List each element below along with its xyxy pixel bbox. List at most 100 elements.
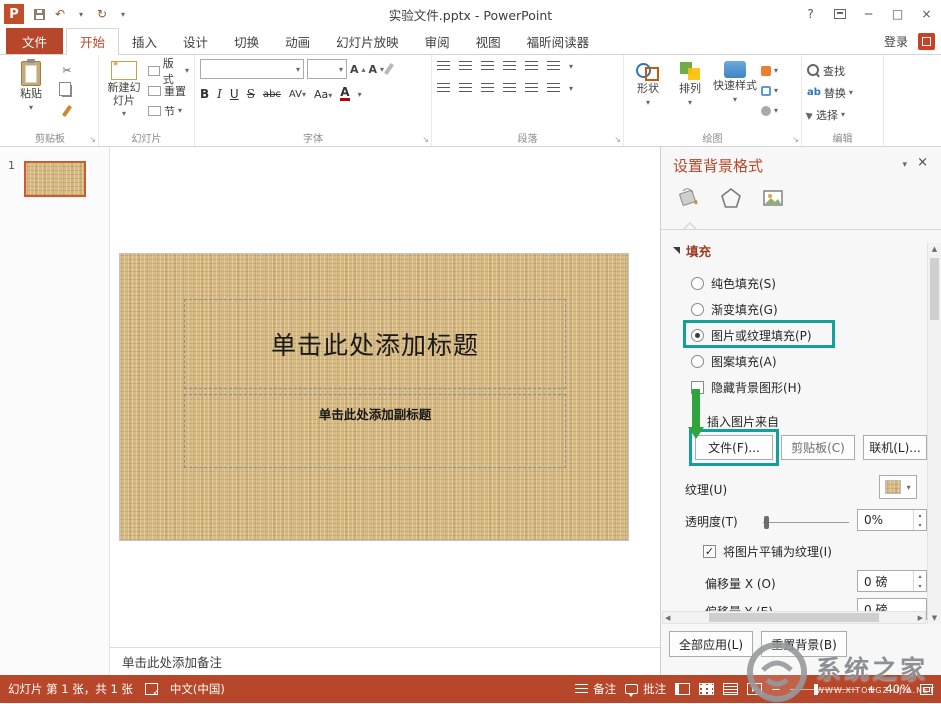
- copy-icon[interactable]: [59, 83, 75, 99]
- shrink-font-button[interactable]: A▾: [369, 61, 385, 78]
- option-solid-fill[interactable]: 纯色填充(S): [691, 275, 776, 291]
- title-placeholder[interactable]: 单击此处添加标题: [184, 299, 566, 389]
- option-picture-fill[interactable]: 图片或纹理填充(P): [691, 327, 812, 343]
- slideshow-view-icon[interactable]: [747, 683, 762, 695]
- line-spacing-icon[interactable]: [525, 61, 538, 72]
- find-button[interactable]: 查找: [807, 62, 853, 79]
- pane-options-dropdown-icon[interactable]: ▾: [902, 160, 907, 170]
- shape-outline-button[interactable]: ▾: [761, 82, 778, 99]
- pane-close-icon[interactable]: ×: [917, 155, 928, 170]
- clipboard-dialog-launcher-icon[interactable]: ↘: [89, 135, 96, 144]
- zoom-out-icon[interactable]: −: [771, 682, 781, 696]
- tab-slideshow[interactable]: 幻灯片放映: [323, 28, 412, 54]
- paragraph-dialog-launcher-icon[interactable]: ↘: [614, 135, 621, 144]
- font-dialog-launcher-icon[interactable]: ↘: [422, 135, 429, 144]
- option-pattern-fill[interactable]: 图案填充(A): [691, 353, 777, 369]
- fill-bucket-icon[interactable]: [675, 185, 701, 214]
- slide[interactable]: 单击此处添加标题 单击此处添加副标题: [120, 254, 628, 540]
- transparency-spin-arrows[interactable]: ▴▾: [913, 510, 926, 530]
- radio-picture-fill[interactable]: [691, 329, 704, 342]
- font-name-combobox[interactable]: ▾: [200, 59, 304, 79]
- offset-x-spin-arrows[interactable]: ▴▾: [913, 571, 926, 591]
- replace-button[interactable]: ab替换▾: [807, 84, 853, 101]
- spell-check-icon[interactable]: [145, 683, 158, 695]
- align-center-icon[interactable]: [459, 83, 472, 94]
- notes-pane[interactable]: 单击此处添加备注: [110, 647, 660, 675]
- undo-icon[interactable]: ↶: [51, 4, 69, 24]
- slide-thumbnail[interactable]: [24, 161, 86, 197]
- grow-font-button[interactable]: A▴: [350, 61, 366, 78]
- save-icon[interactable]: [30, 4, 48, 24]
- help-icon[interactable]: ?: [796, 0, 825, 28]
- text-shadow-button[interactable]: abc: [263, 89, 281, 100]
- drawing-dialog-launcher-icon[interactable]: ↘: [792, 135, 799, 144]
- cut-icon[interactable]: ✂: [59, 63, 75, 79]
- ribbon-display-options-icon[interactable]: [825, 0, 854, 28]
- bold-button[interactable]: B: [200, 87, 209, 101]
- character-spacing-button[interactable]: AV▾: [289, 89, 306, 100]
- spin-down-icon[interactable]: ▾: [918, 522, 921, 529]
- text-direction-icon[interactable]: [547, 61, 560, 72]
- align-left-icon[interactable]: [437, 83, 450, 94]
- section-button[interactable]: 节▾: [148, 102, 189, 119]
- transparency-slider-handle[interactable]: [764, 516, 769, 529]
- undo-dropdown-icon[interactable]: ▾: [72, 4, 90, 24]
- tab-insert[interactable]: 插入: [119, 28, 170, 54]
- effects-pentagon-icon[interactable]: [719, 186, 743, 213]
- italic-button[interactable]: I: [217, 87, 222, 101]
- zoom-percentage[interactable]: 40%: [885, 682, 911, 696]
- scroll-down-icon[interactable]: ▼: [928, 614, 941, 622]
- scroll-up-icon[interactable]: ▲: [928, 245, 941, 253]
- scroll-left-icon[interactable]: ◀: [665, 614, 670, 622]
- clipboard-button[interactable]: 剪贴板(C): [781, 435, 855, 460]
- subtitle-placeholder[interactable]: 单击此处添加副标题: [184, 394, 566, 468]
- sign-in-link[interactable]: 登录: [884, 33, 908, 50]
- spin-up-icon[interactable]: ▴: [918, 573, 921, 580]
- radio-solid-fill[interactable]: [691, 277, 704, 290]
- fill-section-header[interactable]: 填充: [673, 241, 711, 260]
- vertical-scroll-thumb[interactable]: [930, 258, 939, 320]
- reset-background-button[interactable]: 重置背景(B): [761, 631, 847, 657]
- smartart-dropdown-icon[interactable]: ▾: [569, 84, 573, 93]
- language-indicator[interactable]: 中文(中国): [170, 681, 225, 697]
- texture-dropdown-button[interactable]: ▾: [879, 475, 917, 499]
- slide-sorter-view-icon[interactable]: [699, 683, 714, 695]
- increase-indent-icon[interactable]: [503, 61, 516, 72]
- picture-icon[interactable]: [761, 186, 785, 213]
- zoom-slider-handle[interactable]: [814, 684, 818, 695]
- tab-review[interactable]: 审阅: [412, 28, 463, 54]
- strikethrough-button[interactable]: S: [247, 87, 255, 101]
- minimize-icon[interactable]: ─: [854, 0, 883, 28]
- reset-button[interactable]: 重置: [148, 82, 189, 99]
- format-painter-icon[interactable]: [59, 103, 75, 119]
- slide-counter[interactable]: 幻灯片 第 1 张，共 1 张: [8, 681, 133, 697]
- paste-dropdown-icon[interactable]: ▾: [29, 103, 33, 112]
- columns-icon[interactable]: [525, 83, 538, 94]
- slide-canvas[interactable]: 单击此处添加标题 单击此处添加副标题: [110, 147, 660, 647]
- comments-toggle[interactable]: 批注: [625, 681, 666, 697]
- font-color-dropdown-icon[interactable]: ▾: [358, 90, 362, 99]
- radio-gradient-fill[interactable]: [691, 303, 704, 316]
- tab-transitions[interactable]: 切换: [221, 28, 272, 54]
- online-button[interactable]: 联机(L)...: [863, 435, 927, 460]
- checkbox-hide-background[interactable]: [691, 381, 704, 394]
- change-case-button[interactable]: Aa▾: [314, 88, 332, 101]
- shapes-button[interactable]: 形状 ▾: [629, 59, 667, 131]
- scroll-right-icon[interactable]: ▶: [918, 614, 923, 622]
- tab-file[interactable]: 文件: [6, 28, 63, 54]
- option-gradient-fill[interactable]: 渐变填充(G): [691, 301, 778, 317]
- reading-view-icon[interactable]: [723, 683, 738, 695]
- font-size-combobox[interactable]: ▾: [307, 59, 347, 79]
- qat-customize-icon[interactable]: ▾: [114, 4, 132, 24]
- notes-toggle[interactable]: 备注: [575, 681, 616, 697]
- shape-effects-button[interactable]: ▾: [761, 102, 778, 119]
- underline-button[interactable]: U: [230, 87, 239, 101]
- quick-styles-button[interactable]: 快速样式 ▾: [713, 59, 757, 131]
- numbering-icon[interactable]: [459, 61, 472, 72]
- option-hide-background[interactable]: 隐藏背景图形(H): [691, 379, 801, 395]
- file-button[interactable]: 文件(F)...: [695, 435, 773, 460]
- radio-pattern-fill[interactable]: [691, 355, 704, 368]
- new-slide-dropdown-icon[interactable]: ▾: [122, 109, 126, 118]
- select-button[interactable]: 选择▾: [807, 106, 853, 123]
- pane-vertical-scrollbar[interactable]: ▲ ▼: [927, 243, 941, 624]
